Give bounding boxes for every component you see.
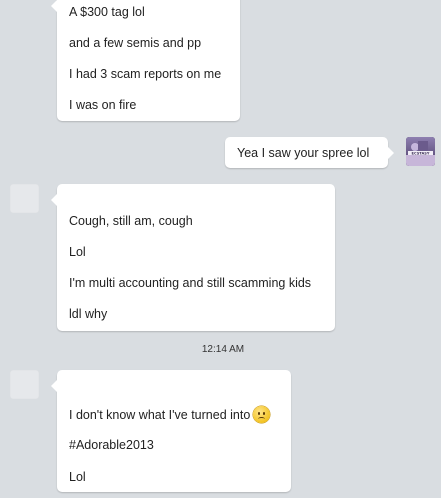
message-line: A $300 tag lol: [69, 5, 145, 19]
message-bubble-received: I don't know what I've turned into #Ador…: [51, 370, 291, 492]
frowning-face-icon: [253, 406, 271, 423]
message-line: I had 3 scam reports on me: [69, 67, 222, 81]
contact-avatar[interactable]: [10, 184, 39, 213]
message-line: Cough, still am, cough: [69, 214, 193, 228]
message-line: #Adorable2013: [69, 438, 154, 452]
message-line: I'm multi accounting and still scamming …: [69, 276, 312, 290]
contact-avatar[interactable]: [10, 370, 39, 399]
message-line: Yea I saw your spree lol: [237, 146, 370, 160]
message-bubble-received: Cough, still am, cough Lol I'm multi acc…: [51, 184, 335, 331]
message-line: I don't know what I've turned into: [69, 406, 271, 423]
message-line: Lol: [69, 470, 86, 484]
avatar-image: ECSTASY: [406, 137, 435, 166]
message-line: ldl why: [69, 307, 108, 321]
avatar-caption: ECSTASY: [412, 151, 430, 155]
message-line: I was on fire: [69, 98, 137, 112]
message-line: and a few semis and pp: [69, 36, 202, 50]
message-line: Lol: [69, 245, 86, 259]
my-avatar[interactable]: ECSTASY: [406, 137, 435, 166]
message-bubble-sent: Yea I saw your spree lol: [225, 137, 394, 168]
message-bubble-received: A $300 tag lol and a few semis and pp I …: [51, 0, 240, 121]
message-timestamp: 12:14 AM: [201, 344, 245, 355]
message-text: I don't know what I've turned into: [69, 408, 251, 422]
